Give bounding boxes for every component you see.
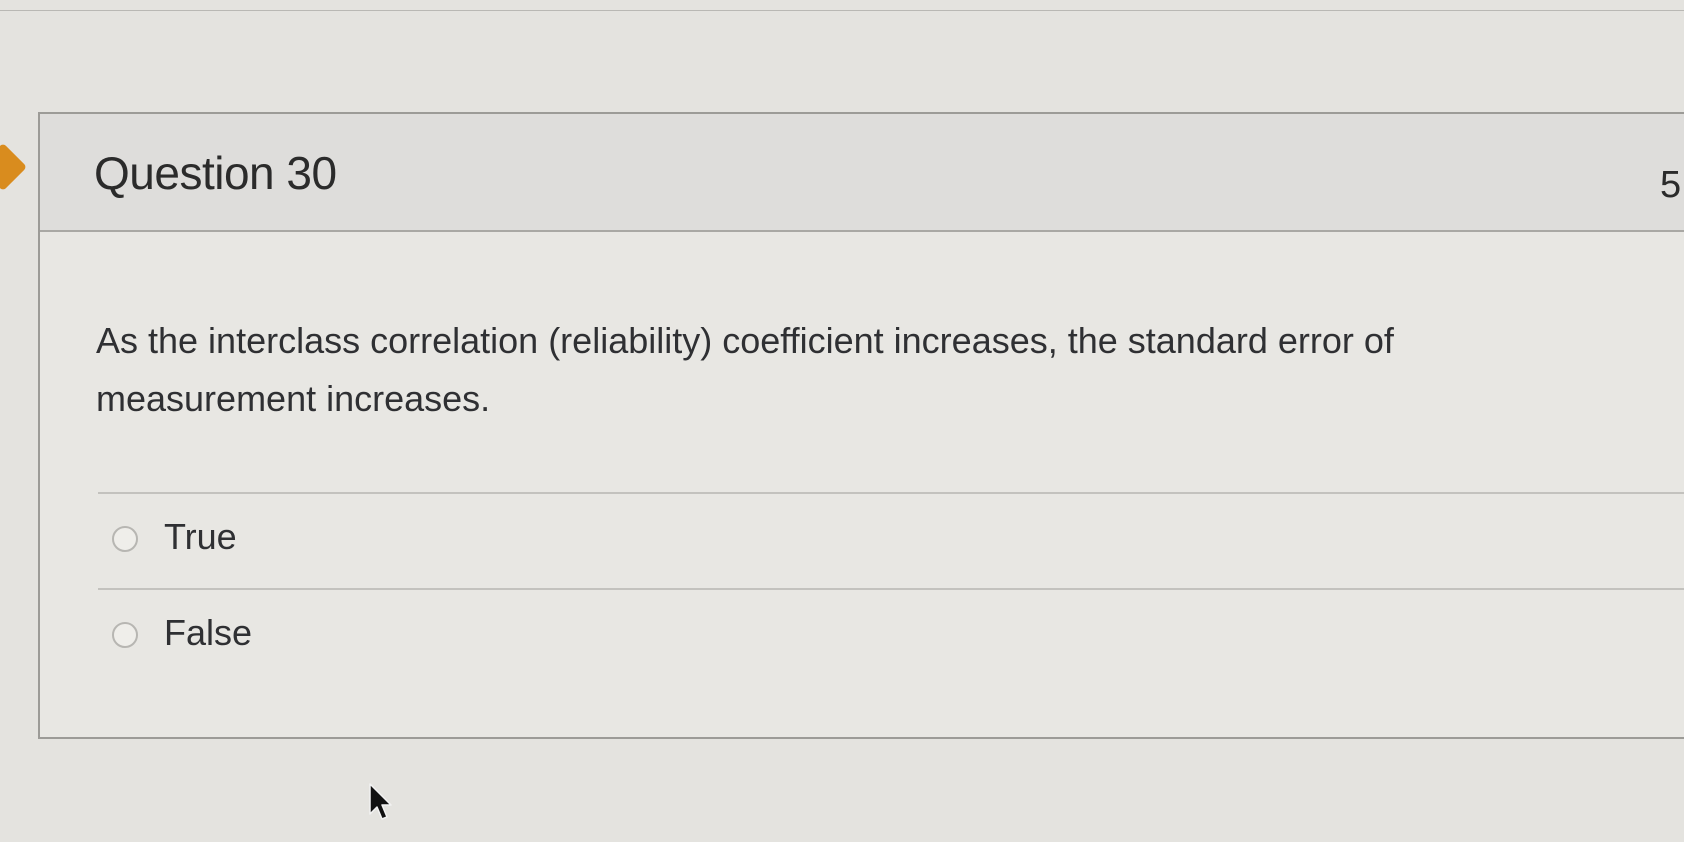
question-header: Question 30 5	[40, 114, 1684, 232]
radio-empty-icon[interactable]	[112, 526, 138, 552]
question-card: Question 30 5 As the interclass correlat…	[38, 112, 1684, 739]
answer-option-false[interactable]: False	[98, 588, 1684, 684]
top-divider	[0, 0, 1684, 11]
question-points: 5	[1660, 164, 1682, 206]
answer-label-false[interactable]: False	[164, 612, 252, 654]
question-title: Question 30	[94, 147, 337, 199]
answer-option-true[interactable]: True	[98, 492, 1684, 588]
answer-label-true[interactable]: True	[164, 516, 237, 558]
mouse-pointer-icon	[369, 783, 392, 820]
answer-list: True False	[98, 492, 1684, 684]
current-question-flag-icon	[0, 142, 28, 192]
question-text: As the interclass correlation (reliabili…	[96, 320, 1394, 419]
radio-empty-icon[interactable]	[112, 622, 138, 648]
